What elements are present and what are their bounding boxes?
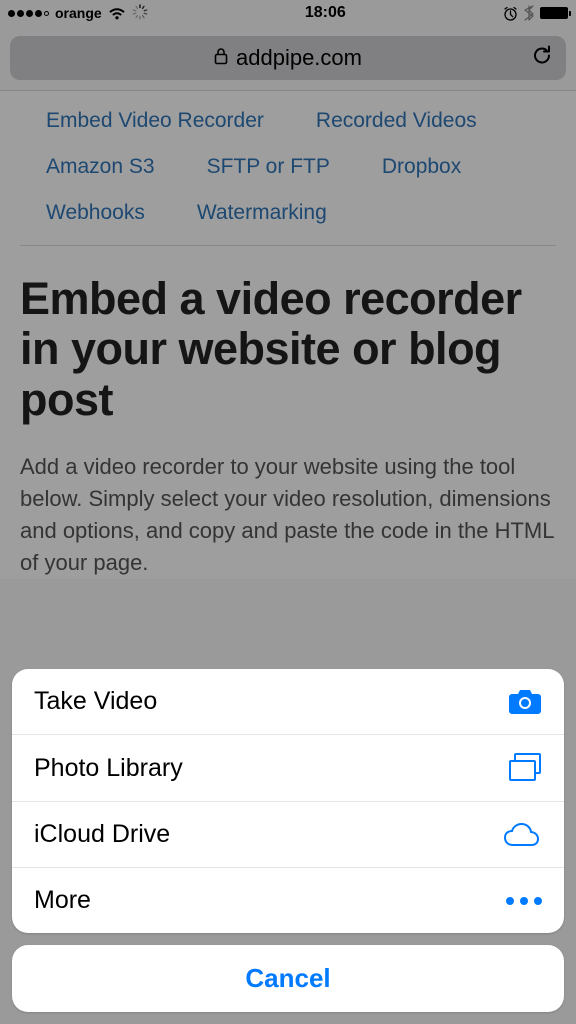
action-sheet: Take Video Photo Library iCloud Drive Mo… [12, 669, 564, 1012]
sheet-item-icloud-drive[interactable]: iCloud Drive [12, 801, 564, 867]
sheet-cancel-label: Cancel [245, 963, 330, 993]
camera-icon [508, 689, 542, 715]
action-sheet-group: Take Video Photo Library iCloud Drive Mo… [12, 669, 564, 933]
sheet-item-label: Take Video [34, 687, 157, 716]
sheet-item-more[interactable]: More [12, 867, 564, 933]
photo-library-icon [508, 753, 542, 783]
cloud-icon [502, 822, 542, 848]
sheet-item-photo-library[interactable]: Photo Library [12, 734, 564, 801]
sheet-item-label: Photo Library [34, 754, 183, 783]
sheet-cancel-button[interactable]: Cancel [12, 945, 564, 1012]
more-icon [506, 897, 542, 905]
sheet-item-label: More [34, 886, 91, 915]
sheet-item-label: iCloud Drive [34, 820, 170, 849]
sheet-item-take-video[interactable]: Take Video [12, 669, 564, 734]
